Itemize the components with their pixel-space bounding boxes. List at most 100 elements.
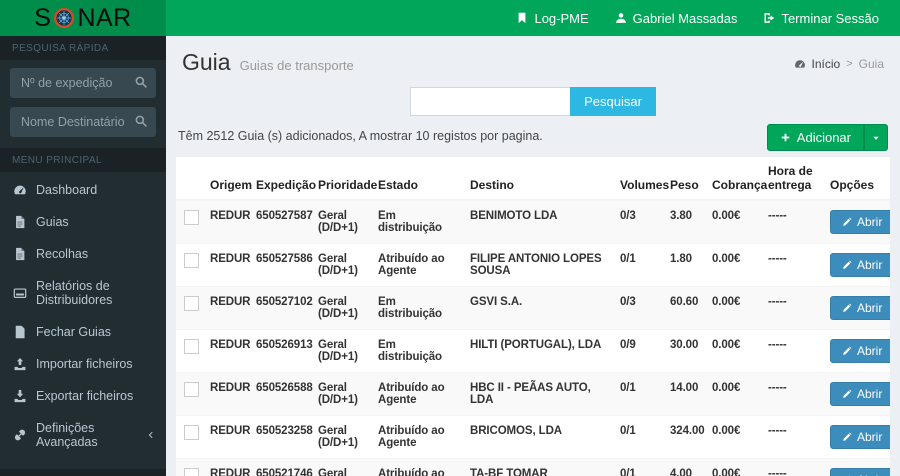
dashboard-icon	[13, 183, 27, 197]
main-content: Guia Guias de transporte Início > Guia P…	[166, 36, 900, 476]
header-checkbox-spacer	[176, 157, 206, 201]
adicionar-dropdown-toggle[interactable]	[864, 124, 888, 151]
cell-estado: Atribuído ao Agente	[378, 425, 445, 449]
row-checkbox[interactable]	[184, 296, 199, 311]
sidebar-menu-item[interactable]: Fechar Guias	[0, 316, 166, 348]
cell-hora-entrega: -----	[768, 339, 787, 351]
sidebar-menu-item-label: Exportar ficheiros	[36, 389, 134, 403]
cell-expedicao: 650526913	[256, 339, 313, 351]
row-checkbox[interactable]	[184, 253, 199, 268]
sidebar-menu-section-label: MENU PRINCIPAL	[0, 148, 166, 172]
navbar-menu: Log-PME Gabriel Massadas Terminar Sessão	[166, 0, 900, 36]
sidebar-menu-item[interactable]: Exportar ficheiros	[0, 380, 166, 412]
sidebar-menu-item-label: Recolhas	[36, 247, 89, 261]
cell-destino: HBC II - PEÃAS AUTO, LDA	[470, 382, 591, 406]
summary-row: Têm 2512 Guia (s) adicionados, A mostrar…	[176, 122, 890, 157]
cell-cobranca: 0.00€	[712, 210, 741, 222]
cell-cobranca: 0.00€	[712, 425, 741, 437]
table-search-bar: Pesquisar	[176, 87, 890, 116]
caret-down-icon	[871, 133, 881, 143]
column-header: Prioridade	[314, 157, 377, 201]
navbar-item[interactable]: Terminar Sessão	[750, 0, 892, 36]
table-row: REDUR 650523258 Geral (D/D+1) Atribuído …	[176, 415, 890, 459]
abrir-button[interactable]: Abrir	[830, 382, 890, 406]
row-checkbox[interactable]	[184, 425, 199, 440]
table-row: REDUR 650527102 Geral (D/D+1) Em distrib…	[176, 286, 890, 330]
cell-expedicao: 650521746	[256, 468, 313, 476]
cell-volumes: 0/3	[620, 210, 636, 222]
cell-volumes: 0/1	[620, 468, 636, 476]
navbar-item-label: Log-PME	[534, 10, 589, 26]
abrir-label: Abrir	[857, 344, 883, 358]
column-header: Opções	[826, 157, 890, 201]
sidebar-menu-item-label: Dashboard	[36, 183, 98, 197]
search-input[interactable]	[410, 87, 571, 116]
breadcrumb-home-link[interactable]: Início	[812, 57, 841, 71]
cell-peso: 14.00	[670, 382, 699, 394]
page-subtitle: Guias de transporte	[239, 58, 354, 73]
cell-hora-entrega: -----	[768, 296, 787, 308]
pencil-icon	[842, 217, 852, 227]
navbar-item[interactable]: Log-PME	[503, 0, 601, 36]
abrir-button[interactable]: Abrir	[830, 210, 890, 234]
cell-hora-entrega: -----	[768, 468, 787, 476]
file-icon	[13, 215, 27, 229]
row-checkbox[interactable]	[184, 382, 199, 397]
sidebar-menu-item[interactable]: Guias	[0, 206, 166, 238]
breadcrumb: Início > Guia	[794, 49, 884, 71]
cell-prioridade: Geral (D/D+1)	[318, 210, 358, 234]
cell-expedicao: 650527586	[256, 253, 313, 265]
upload-icon	[13, 357, 27, 371]
sidebar-bottom-strip	[0, 469, 166, 476]
cell-hora-entrega: -----	[768, 210, 787, 222]
sidebar-menu-item[interactable]: Dashboard	[0, 174, 166, 206]
cell-peso: 324.00	[670, 425, 705, 437]
cell-hora-entrega: -----	[768, 253, 787, 265]
column-header: Hora de entrega	[764, 157, 826, 201]
abrir-button[interactable]: Abrir	[830, 253, 890, 277]
sidebar-menu-item-label: Guias	[36, 215, 69, 229]
cell-origem: REDUR	[210, 210, 251, 222]
row-checkbox[interactable]	[184, 468, 199, 476]
cell-volumes: 0/1	[620, 425, 636, 437]
cell-volumes: 0/1	[620, 382, 636, 394]
adicionar-button[interactable]: Adicionar	[766, 124, 864, 151]
pencil-icon	[842, 303, 852, 313]
sonar-icon	[52, 7, 76, 29]
cell-destino: BRICOMOS, LDA	[470, 425, 562, 437]
app-logo[interactable]: S NAR	[0, 0, 166, 36]
sidebar-menu-item[interactable]: Definições Avançadas	[0, 412, 166, 458]
navbar-item-label: Gabriel Massadas	[632, 10, 738, 26]
cell-hora-entrega: -----	[768, 382, 787, 394]
column-header: Destino	[466, 157, 616, 201]
pesquisar-button[interactable]: Pesquisar	[570, 87, 656, 116]
abrir-button[interactable]: Abrir	[830, 425, 890, 449]
cell-cobranca: 0.00€	[712, 339, 741, 351]
search-icon	[134, 114, 148, 128]
download-icon	[13, 389, 27, 403]
pencil-icon	[842, 432, 852, 442]
sidebar-menu-item[interactable]: Recolhas	[0, 238, 166, 270]
cell-prioridade: Geral (D/D+1)	[318, 382, 358, 406]
sidebar-menu-item-label: Fechar Guias	[36, 325, 112, 339]
abrir-button[interactable]: Abrir	[830, 468, 890, 476]
dashboard-icon	[794, 58, 806, 70]
row-checkbox[interactable]	[184, 210, 199, 225]
link-icon	[13, 428, 27, 442]
sidebar-menu-item[interactable]: Importar ficheiros	[0, 348, 166, 380]
cell-cobranca: 0.00€	[712, 296, 741, 308]
navbar-item-label: Terminar Sessão	[781, 10, 879, 26]
sidebar-menu: Dashboard Guias Recolhas Relatórios de D…	[0, 174, 166, 458]
cell-expedicao: 650527587	[256, 210, 313, 222]
abrir-label: Abrir	[857, 301, 883, 315]
cell-destino: GSVI S.A.	[470, 296, 523, 308]
cell-cobranca: 0.00€	[712, 382, 741, 394]
cell-expedicao: 650527102	[256, 296, 313, 308]
card-icon	[13, 286, 27, 300]
cell-peso: 30.00	[670, 339, 699, 351]
row-checkbox[interactable]	[184, 339, 199, 354]
abrir-button[interactable]: Abrir	[830, 296, 890, 320]
navbar-item[interactable]: Gabriel Massadas	[602, 0, 751, 36]
sidebar-menu-item[interactable]: Relatórios de Distribuidores	[0, 270, 166, 316]
abrir-button[interactable]: Abrir	[830, 339, 890, 363]
